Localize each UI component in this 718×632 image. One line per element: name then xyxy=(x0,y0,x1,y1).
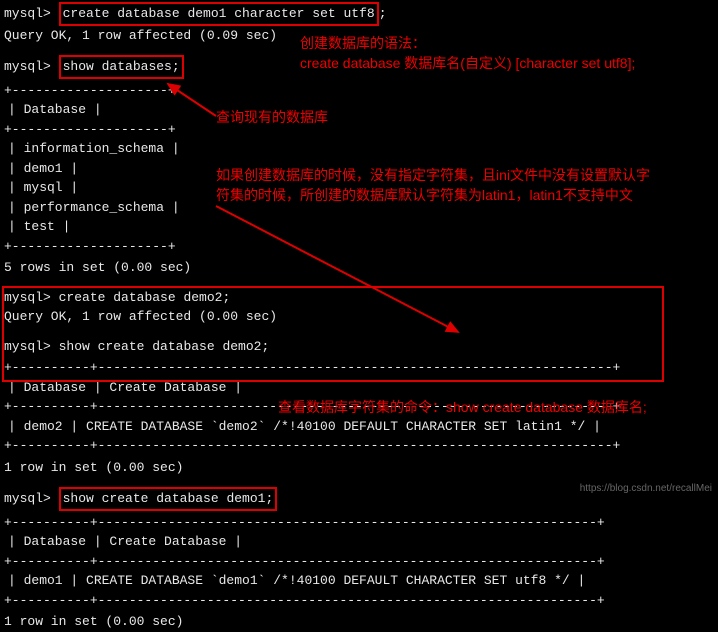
rows-footer: 5 rows in set (0.00 sec) xyxy=(4,258,714,278)
cmd-line-3: mysql> create database demo2; xyxy=(4,288,714,308)
cmd-line-1: mysql> create database demo1 character s… xyxy=(4,2,714,26)
table-header: | Database | Create Database | xyxy=(4,532,714,552)
terminal-output: mysql> create database demo1 character s… xyxy=(4,2,714,632)
mysql-prompt: mysql> xyxy=(4,491,51,506)
table-row: | test | xyxy=(4,217,714,237)
show-create-db-demo1-cmd: show create database demo1; xyxy=(59,487,278,511)
mysql-prompt: mysql> xyxy=(4,339,51,354)
annotation-show-db: 查询现有的数据库 xyxy=(216,108,328,128)
watermark: https://blog.csdn.net/recallMei xyxy=(580,481,712,496)
mysql-prompt: mysql> xyxy=(4,6,51,21)
annotation-show-create: 查看数据库字符集的命令：show create database 数据库名; xyxy=(278,398,647,418)
create-db-demo1-cmd: create database demo1 character set utf8 xyxy=(59,2,379,26)
mysql-prompt: mysql> xyxy=(4,59,51,74)
annotation-create-syntax: 创建数据库的语法： create database 数据库名(自定义) [cha… xyxy=(300,34,635,73)
mysql-prompt: mysql> xyxy=(4,290,51,305)
cmd-line-4: mysql> show create database demo2; xyxy=(4,337,714,357)
query-result-2: Query OK, 1 row affected (0.00 sec) xyxy=(4,307,714,327)
rows-footer: 1 row in set (0.00 sec) xyxy=(4,612,714,632)
table-header: | Database | Create Database | xyxy=(4,378,714,398)
table-row: | demo2 | CREATE DATABASE `demo2` /*!401… xyxy=(4,417,714,437)
table-row: | information_schema | xyxy=(4,139,714,159)
annotation-latin1: 如果创建数据库的时候，没有指定字符集，且ini文件中没有设置默认字 符集的时候，… xyxy=(216,166,650,205)
table-header: | Database | xyxy=(4,100,714,120)
rows-footer: 1 row in set (0.00 sec) xyxy=(4,458,714,478)
table-row: | demo1 | CREATE DATABASE `demo1` /*!401… xyxy=(4,571,714,591)
create-db-demo1-table: +----------+----------------------------… xyxy=(4,513,714,611)
show-databases-cmd: show databases; xyxy=(59,55,184,79)
